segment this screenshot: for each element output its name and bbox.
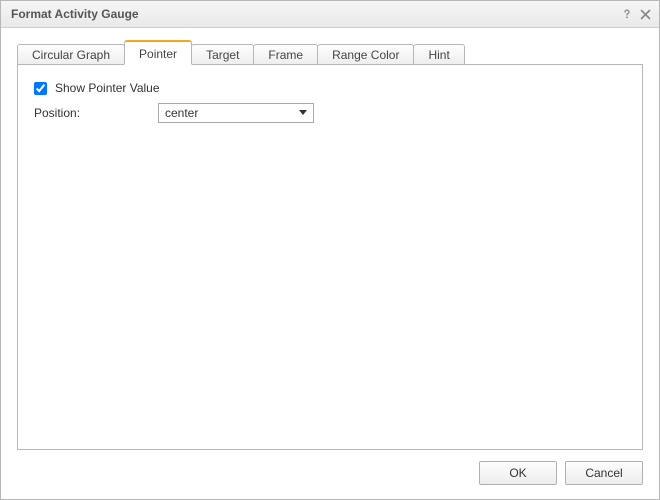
titlebar: Format Activity Gauge (1, 1, 659, 28)
tab-pointer[interactable]: Pointer (124, 40, 192, 65)
format-activity-gauge-dialog: Format Activity Gauge Circular Graph Poi… (0, 0, 660, 500)
position-label: Position: (32, 106, 158, 120)
close-icon[interactable] (637, 6, 653, 22)
tab-hint[interactable]: Hint (413, 44, 464, 66)
tabs: Circular Graph Pointer Target Frame Rang… (1, 28, 659, 65)
help-icon[interactable] (619, 6, 635, 22)
tab-frame[interactable]: Frame (253, 44, 318, 66)
cancel-button[interactable]: Cancel (565, 461, 643, 485)
tab-circular-graph[interactable]: Circular Graph (17, 44, 125, 66)
dialog-footer: OK Cancel (1, 461, 659, 499)
ok-button[interactable]: OK (479, 461, 557, 485)
chevron-down-icon (299, 110, 307, 115)
dialog-title: Format Activity Gauge (11, 7, 617, 21)
position-select-value: center (165, 106, 198, 120)
show-pointer-value-label: Show Pointer Value (55, 81, 160, 95)
tab-target[interactable]: Target (191, 44, 254, 66)
pointer-panel: Show Pointer Value Position: center (17, 64, 643, 450)
show-pointer-value-checkbox[interactable] (34, 82, 47, 95)
tab-range-color[interactable]: Range Color (317, 44, 414, 66)
position-select[interactable]: center (158, 103, 314, 123)
